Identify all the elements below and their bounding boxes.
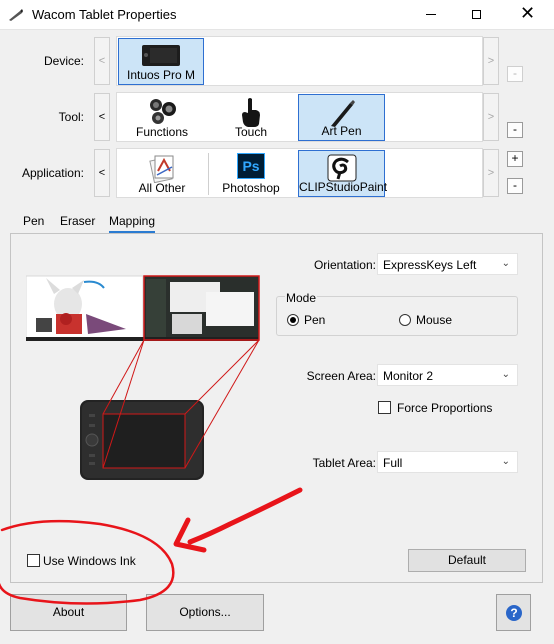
chevron-down-icon: ⌄	[501, 258, 510, 269]
screen-area-label: Screen Area:	[306, 369, 376, 383]
tab-eraser[interactable]: Eraser	[60, 211, 95, 233]
application-label: Application:	[21, 166, 84, 180]
all-other-apps-icon	[149, 155, 174, 183]
tool-item-functions[interactable]: Functions	[123, 94, 201, 141]
tool-item-touch[interactable]: Touch	[215, 94, 287, 141]
device-prev-button[interactable]: <	[94, 37, 110, 85]
force-proportions-checkbox[interactable]	[378, 401, 391, 414]
tool-label: Tool:	[58, 110, 84, 124]
application-strip: All Other Ps Photoshop CLIPStudioPaint	[116, 148, 483, 198]
about-button[interactable]: About	[10, 594, 127, 631]
tool-item-label: Touch	[234, 125, 268, 139]
application-item-all-other[interactable]: All Other	[123, 150, 201, 197]
application-item-clip-studio-paint[interactable]: CLIPStudioPaint	[298, 150, 388, 197]
device-strip: Intuos Pro M	[116, 36, 483, 86]
use-windows-ink-label: Use Windows Ink	[43, 554, 136, 568]
mode-mouse-radio[interactable]	[399, 314, 411, 326]
tool-item-label: Art Pen	[321, 124, 362, 138]
screen-area-dropdown[interactable]: Monitor 2 ⌄	[377, 364, 518, 386]
mode-mouse-label: Mouse	[416, 313, 453, 327]
tool-remove-button[interactable]: -	[507, 122, 523, 138]
chevron-down-icon: ⌄	[501, 456, 510, 467]
application-item-label: CLIPStudioPaint	[299, 180, 388, 194]
clip-studio-paint-icon	[327, 154, 356, 182]
window-title: Wacom Tablet Properties	[32, 7, 177, 22]
tablet-area-dropdown[interactable]: Full ⌄	[377, 451, 518, 473]
close-icon: ✕	[520, 3, 536, 23]
use-windows-ink-checkbox[interactable]	[27, 554, 40, 567]
application-next-button[interactable]: >	[483, 149, 499, 197]
default-button[interactable]: Default	[408, 549, 526, 572]
options-button[interactable]: Options...	[146, 594, 264, 631]
tool-prev-button[interactable]: <	[94, 93, 110, 141]
orientation-value: ExpressKeys Left	[383, 258, 477, 272]
application-item-label: Photoshop	[222, 181, 280, 195]
help-icon: ?	[506, 605, 522, 621]
application-item-photoshop[interactable]: Ps Photoshop	[215, 150, 287, 197]
functions-icon	[150, 99, 176, 124]
maximize-button[interactable]	[454, 0, 500, 30]
screen-area-value: Monitor 2	[383, 369, 434, 383]
device-item-label: Intuos Pro M	[126, 68, 196, 82]
mapping-preview	[26, 275, 260, 480]
close-button[interactable]: ✕	[500, 0, 554, 30]
maximize-icon	[472, 10, 481, 19]
wacom-pen-icon	[9, 9, 23, 21]
application-remove-button[interactable]: -	[507, 178, 523, 194]
application-prev-button[interactable]: <	[94, 149, 110, 197]
application-add-button[interactable]: +	[507, 151, 523, 167]
tablet-area-value: Full	[383, 456, 403, 470]
mode-group-title: Mode	[285, 291, 318, 305]
minimize-button[interactable]	[408, 0, 454, 30]
tool-item-art-pen[interactable]: Art Pen	[298, 94, 385, 141]
device-next-button[interactable]: >	[483, 37, 499, 85]
application-item-label: All Other	[138, 181, 186, 195]
mode-pen-label: Pen	[304, 313, 326, 327]
orientation-dropdown[interactable]: ExpressKeys Left ⌄	[377, 253, 518, 275]
mode-pen-radio[interactable]	[287, 314, 299, 326]
help-button[interactable]: ?	[496, 594, 531, 631]
tool-item-label: Functions	[135, 125, 189, 139]
device-item-intuos-pro-m[interactable]: Intuos Pro M	[118, 38, 204, 85]
minimize-icon	[426, 14, 436, 15]
tablet-area-label: Tablet Area:	[312, 456, 376, 470]
force-proportions-label: Force Proportions	[397, 401, 493, 415]
title-bar: Wacom Tablet Properties ✕	[0, 0, 554, 30]
photoshop-icon: Ps	[237, 153, 265, 179]
device-remove-button[interactable]: -	[507, 66, 523, 82]
separator	[208, 153, 209, 195]
orientation-label: Orientation:	[313, 258, 376, 272]
chevron-down-icon: ⌄	[501, 369, 510, 380]
tool-strip: Functions Touch Art Pen	[116, 92, 483, 142]
tablet-icon	[142, 45, 180, 66]
tool-next-button[interactable]: >	[483, 93, 499, 141]
tab-pen[interactable]: Pen	[23, 211, 44, 233]
touch-hand-icon	[242, 98, 260, 127]
tab-mapping[interactable]: Mapping	[109, 211, 156, 233]
device-label: Device:	[43, 54, 84, 68]
